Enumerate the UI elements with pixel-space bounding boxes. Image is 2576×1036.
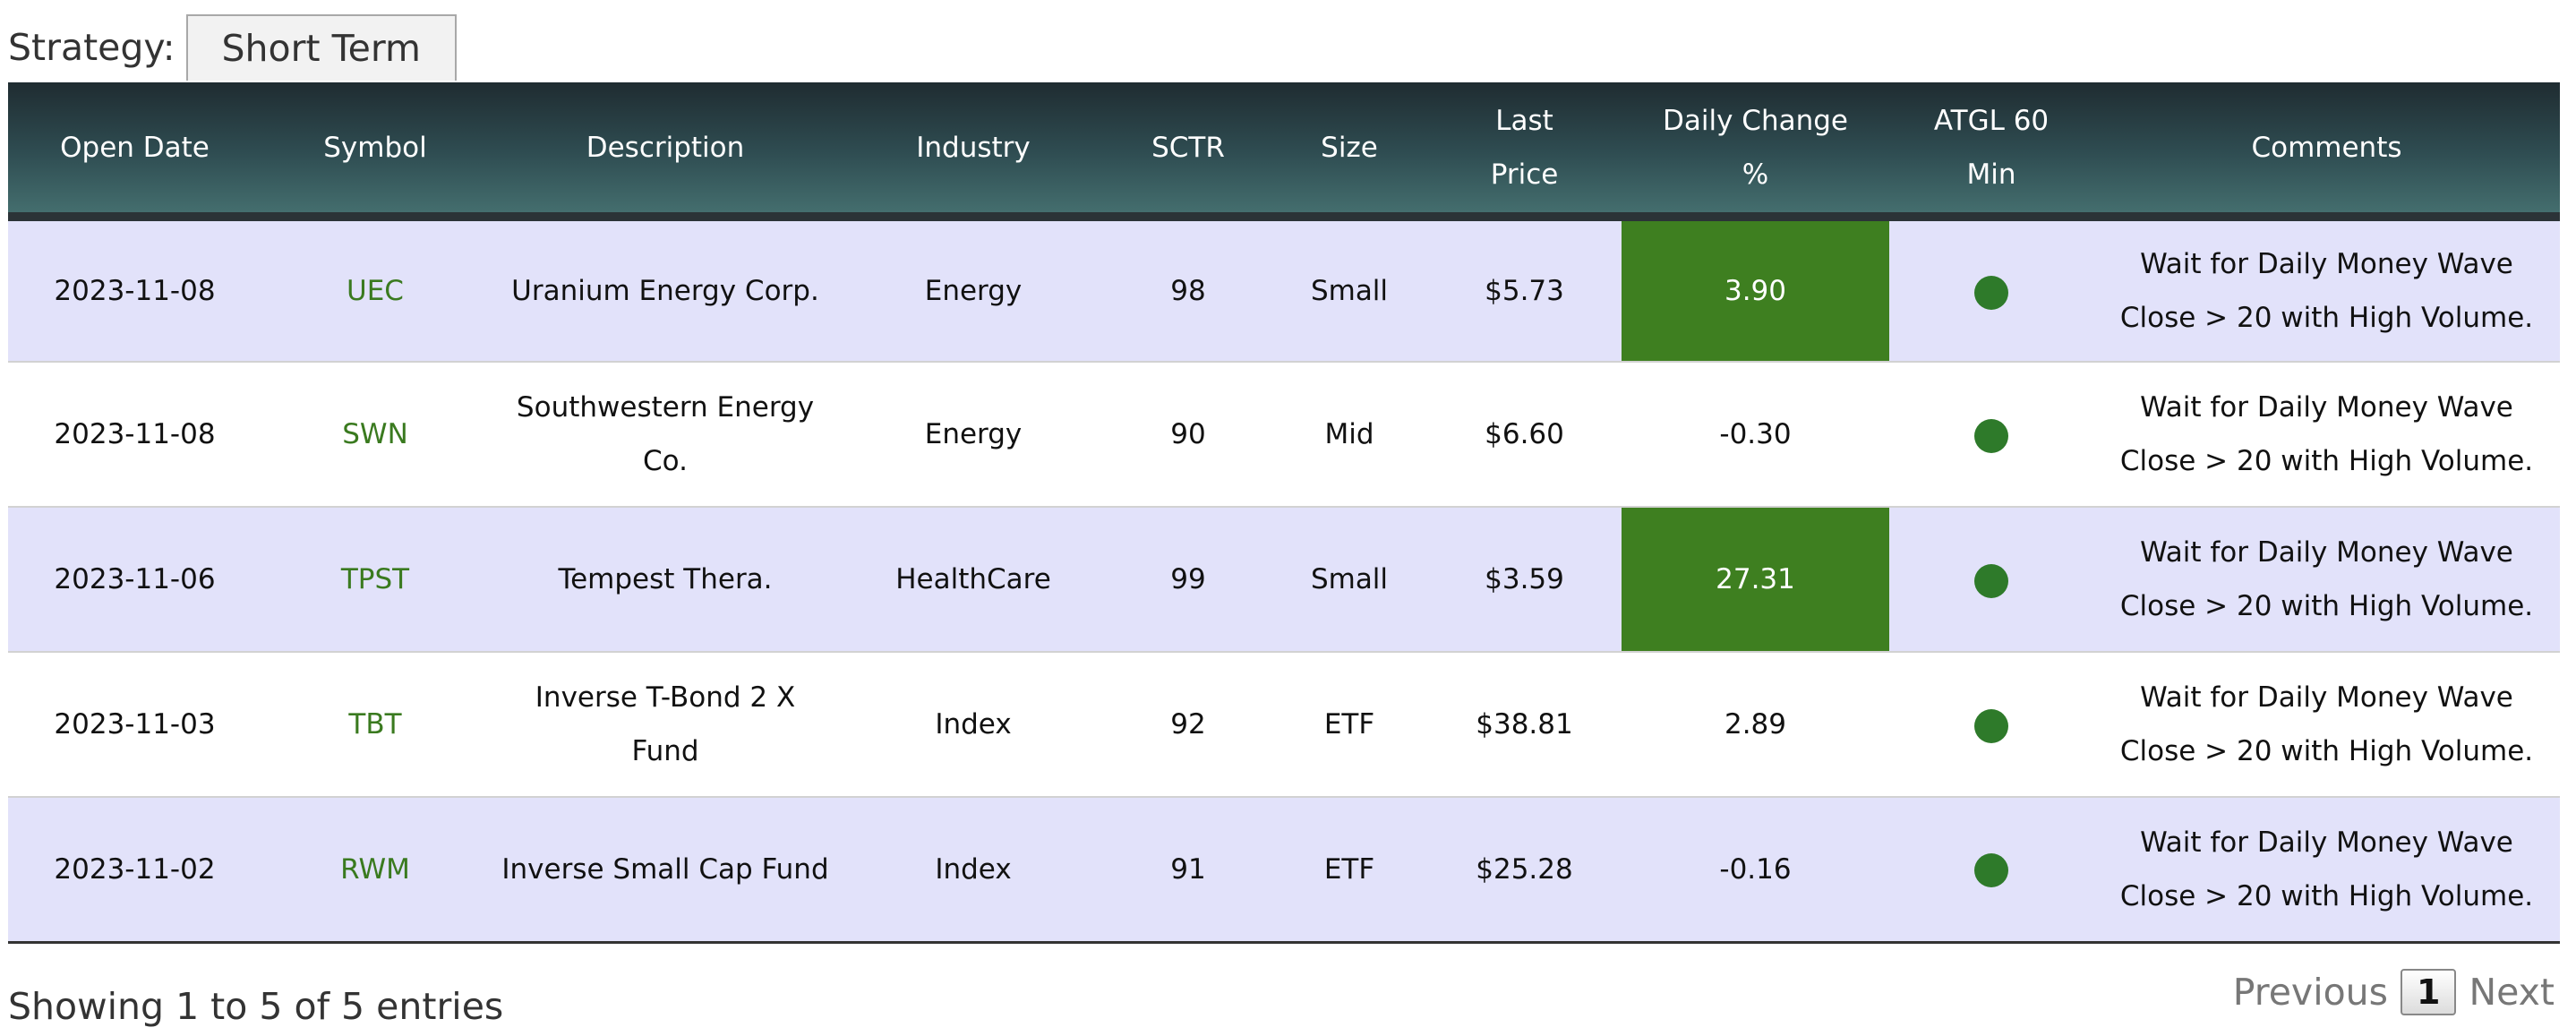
status-dot-icon [1974, 708, 2008, 743]
cell-industry: Energy [842, 362, 1105, 508]
cell-sctr: 90 [1105, 362, 1271, 508]
cell-size: ETF [1271, 797, 1427, 944]
cell-symbol-link[interactable]: TBT [261, 652, 489, 798]
table-row: 2023-11-08 SWN Southwestern Energy Co. E… [8, 362, 2560, 508]
table-header: Open Date Symbol Description Industry SC… [8, 82, 2560, 221]
cell-comments: Wait for Daily Money Wave Close > 20 with… [2093, 507, 2560, 653]
positions-table: Open Date Symbol Description Industry SC… [8, 82, 2560, 944]
status-dot-icon [1974, 853, 2008, 888]
cell-atgl-status [1889, 797, 2093, 944]
cell-open-date: 2023-11-03 [8, 652, 261, 798]
table-body: 2023-11-08 UEC Uranium Energy Corp. Ener… [8, 217, 2560, 944]
cell-daily-change: 27.31 [1622, 507, 1889, 653]
header-comments[interactable]: Comments [2093, 82, 2560, 221]
cell-comments: Wait for Daily Money Wave Close > 20 with… [2093, 217, 2560, 363]
cell-sctr: 92 [1105, 652, 1271, 798]
cell-symbol-link[interactable]: TPST [261, 507, 489, 653]
cell-open-date: 2023-11-08 [8, 362, 261, 508]
cell-symbol-link[interactable]: RWM [261, 797, 489, 944]
page-1-button[interactable]: 1 [2401, 969, 2457, 1015]
cell-comments: Wait for Daily Money Wave Close > 20 with… [2093, 362, 2560, 508]
cell-atgl-status [1889, 652, 2093, 798]
pagination: Previous 1 Next [2233, 969, 2555, 1015]
cell-atgl-status [1889, 217, 2093, 363]
cell-sctr: 91 [1105, 797, 1271, 944]
cell-last-price: $5.73 [1427, 217, 1622, 363]
cell-description: Tempest Thera. [489, 507, 842, 653]
status-dot-icon [1974, 418, 2008, 453]
cell-open-date: 2023-11-06 [8, 507, 261, 653]
cell-last-price: $25.28 [1427, 797, 1622, 944]
cell-sctr: 98 [1105, 217, 1271, 363]
cell-description: Inverse Small Cap Fund [489, 797, 842, 944]
cell-description: Inverse T-Bond 2 X Fund [489, 652, 842, 798]
previous-page-button[interactable]: Previous [2233, 971, 2388, 1014]
header-row: Open Date Symbol Description Industry SC… [8, 82, 2560, 221]
cell-atgl-status [1889, 362, 2093, 508]
cell-last-price: $38.81 [1427, 652, 1622, 798]
cell-size: Small [1271, 217, 1427, 363]
header-symbol[interactable]: Symbol [261, 82, 489, 221]
header-daily-change[interactable]: Daily Change% [1622, 82, 1889, 221]
cell-industry: Energy [842, 217, 1105, 363]
next-page-button[interactable]: Next [2469, 971, 2555, 1014]
header-description[interactable]: Description [489, 82, 842, 221]
strategy-label: Strategy: [8, 26, 175, 69]
cell-sctr: 99 [1105, 507, 1271, 653]
strategy-selector: Strategy: Short Term [8, 14, 457, 81]
cell-daily-change: -0.30 [1622, 362, 1889, 508]
header-last-price[interactable]: Last Price [1427, 82, 1622, 221]
cell-symbol-link[interactable]: SWN [261, 362, 489, 508]
cell-daily-change: 2.89 [1622, 652, 1889, 798]
cell-open-date: 2023-11-02 [8, 797, 261, 944]
header-industry[interactable]: Industry [842, 82, 1105, 221]
table-row: 2023-11-06 TPST Tempest Thera. HealthCar… [8, 507, 2560, 653]
cell-industry: Index [842, 652, 1105, 798]
cell-symbol-link[interactable]: UEC [261, 217, 489, 363]
cell-open-date: 2023-11-08 [8, 217, 261, 363]
status-dot-icon [1974, 563, 2008, 598]
header-size[interactable]: Size [1271, 82, 1427, 221]
cell-daily-change: -0.16 [1622, 797, 1889, 944]
table-row: 2023-11-02 RWM Inverse Small Cap Fund In… [8, 797, 2560, 944]
header-atgl-60-min[interactable]: ATGL 60 Min [1889, 82, 2093, 221]
cell-comments: Wait for Daily Money Wave Close > 20 with… [2093, 652, 2560, 798]
cell-description: Southwestern Energy Co. [489, 362, 842, 508]
cell-last-price: $6.60 [1427, 362, 1622, 508]
cell-industry: Index [842, 797, 1105, 944]
status-dot-icon [1974, 275, 2008, 310]
cell-size: Small [1271, 507, 1427, 653]
header-open-date[interactable]: Open Date [8, 82, 261, 221]
page: Strategy: Short Term Open Date Symbol De… [0, 0, 2576, 1036]
strategy-short-term-button[interactable]: Short Term [185, 14, 457, 81]
table-row: 2023-11-08 UEC Uranium Energy Corp. Ener… [8, 217, 2560, 363]
cell-daily-change: 3.90 [1622, 217, 1889, 363]
cell-size: ETF [1271, 652, 1427, 798]
cell-last-price: $3.59 [1427, 507, 1622, 653]
table-row: 2023-11-03 TBT Inverse T-Bond 2 X Fund I… [8, 652, 2560, 798]
cell-comments: Wait for Daily Money Wave Close > 20 with… [2093, 797, 2560, 944]
cell-industry: HealthCare [842, 507, 1105, 653]
cell-atgl-status [1889, 507, 2093, 653]
cell-size: Mid [1271, 362, 1427, 508]
header-sctr[interactable]: SCTR [1105, 82, 1271, 221]
table-info: Showing 1 to 5 of 5 entries [8, 985, 504, 1028]
cell-description: Uranium Energy Corp. [489, 217, 842, 363]
